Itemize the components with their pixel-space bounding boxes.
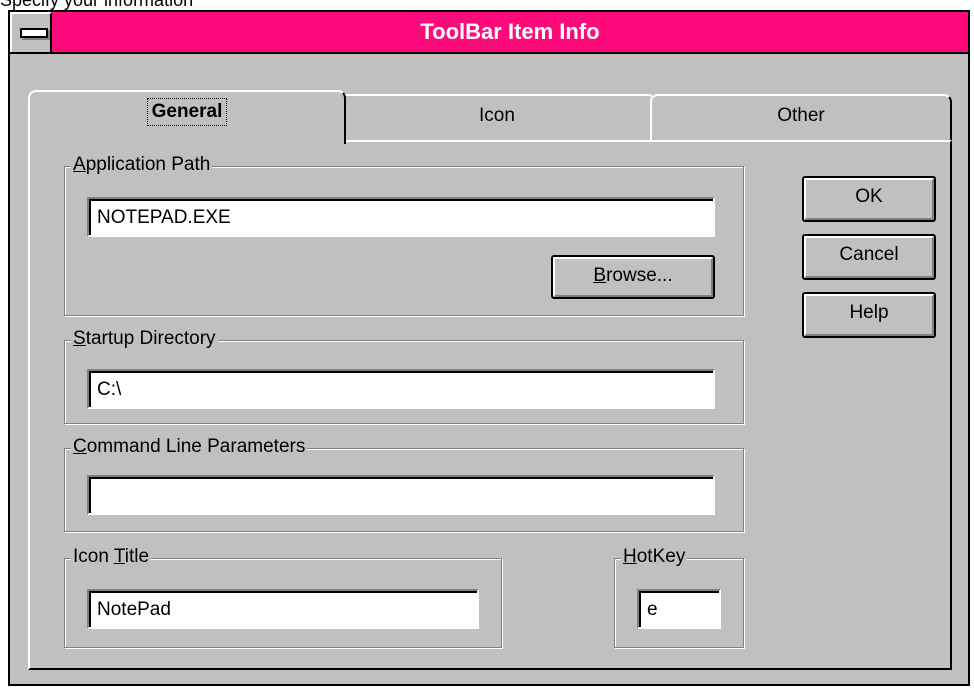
system-menu-icon: [20, 28, 48, 38]
application-path-group: Application Path NOTEPAD.EXE Browse...: [64, 154, 744, 316]
hotkey-input[interactable]: e: [637, 589, 721, 629]
window-title: ToolBar Item Info: [420, 19, 600, 44]
general-tab-panel: Application Path NOTEPAD.EXE Browse... S…: [28, 140, 952, 670]
command-line-parameters-input[interactable]: [87, 475, 715, 515]
dialog-window: ToolBar Item Info General Icon Other App…: [8, 10, 970, 686]
help-button[interactable]: Help: [802, 292, 936, 338]
browse-button-label: Browse...: [553, 257, 713, 297]
help-button-label: Help: [804, 294, 934, 336]
title-bar: ToolBar Item Info: [10, 12, 968, 54]
icon-title-input[interactable]: NotePad: [87, 589, 479, 629]
cancel-button[interactable]: Cancel: [802, 234, 936, 280]
startup-directory-input[interactable]: C:\: [87, 369, 715, 409]
browse-button[interactable]: Browse...: [551, 255, 715, 299]
startup-directory-value: C:\: [89, 371, 713, 407]
tab-other[interactable]: Other: [650, 94, 952, 140]
startup-directory-label: Startup Directory: [71, 328, 218, 350]
tab-icon-label: Icon: [479, 105, 515, 126]
command-line-parameters-value: [89, 477, 713, 513]
icon-title-group: Icon Title NotePad: [64, 546, 502, 648]
startup-directory-group: Startup Directory C:\: [64, 328, 744, 424]
application-path-label: Application Path: [71, 154, 213, 176]
icon-title-label: Icon Title: [71, 546, 152, 568]
hotkey-label: HotKey: [621, 546, 688, 568]
hotkey-value: e: [639, 591, 719, 627]
ok-button-label: OK: [804, 178, 934, 220]
cancel-button-label: Cancel: [804, 236, 934, 278]
command-line-parameters-group: Command Line Parameters: [64, 436, 744, 532]
application-path-input[interactable]: NOTEPAD.EXE: [87, 197, 715, 237]
tab-general[interactable]: General: [28, 90, 346, 144]
page-caption: Specify your information: [0, 0, 194, 10]
hotkey-group: HotKey e: [614, 546, 744, 648]
command-line-parameters-label: Command Line Parameters: [71, 436, 308, 458]
tab-general-label: General: [146, 98, 228, 126]
tab-other-label: Other: [777, 105, 825, 126]
tab-icon[interactable]: Icon: [338, 94, 656, 140]
ok-button[interactable]: OK: [802, 176, 936, 222]
system-menu-button[interactable]: [10, 12, 52, 52]
application-path-value: NOTEPAD.EXE: [89, 199, 713, 235]
icon-title-value: NotePad: [89, 591, 477, 627]
